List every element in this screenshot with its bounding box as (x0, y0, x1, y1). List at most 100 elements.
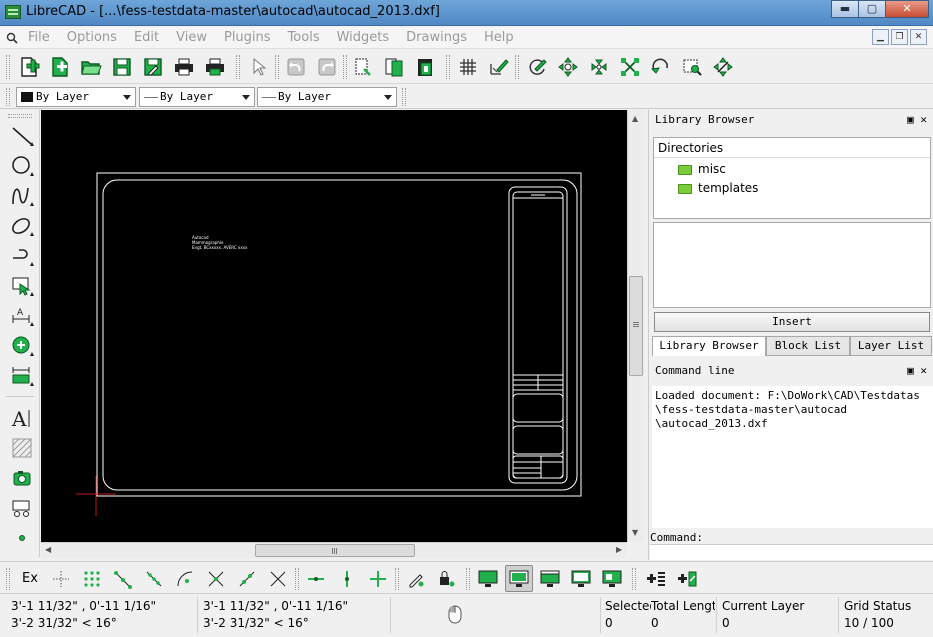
restrict-orthogonal-icon[interactable] (364, 565, 392, 592)
float-icon[interactable]: ▣ (907, 364, 914, 377)
circle-tool-icon[interactable] (8, 152, 36, 180)
snap-distance-icon[interactable] (233, 565, 261, 592)
scroll-left-icon[interactable]: ◀ (45, 545, 51, 554)
menu-options[interactable]: Options (67, 30, 117, 45)
close-button[interactable]: ✕ (885, 0, 929, 18)
directories-tree[interactable]: Directories misc templates (653, 137, 931, 219)
spline-tool-icon[interactable] (8, 182, 36, 210)
new-from-template-icon[interactable] (47, 54, 73, 80)
snap-free-icon[interactable] (47, 565, 75, 592)
redraw-icon[interactable] (524, 54, 550, 80)
open-folder-icon[interactable] (78, 54, 104, 80)
image-tool-icon[interactable] (8, 464, 36, 492)
horizontal-scrollbar[interactable]: ◀ ▶ (41, 542, 627, 558)
measure-tool-icon[interactable] (8, 362, 36, 390)
line-width-combo[interactable]: By Layer (257, 87, 397, 107)
paste-icon[interactable] (412, 54, 438, 80)
minimize-button[interactable]: ▬ (831, 0, 859, 18)
command-input[interactable] (650, 544, 933, 560)
menu-file[interactable]: File (28, 30, 50, 45)
cut-icon[interactable] (350, 54, 376, 80)
snap-middle-icon[interactable] (202, 565, 230, 592)
vertical-scrollbar[interactable]: ▲ ▼ (627, 110, 644, 542)
menu-edit[interactable]: Edit (134, 30, 159, 45)
menu-view[interactable]: View (176, 30, 207, 45)
lock-relative-zero-icon[interactable] (433, 565, 461, 592)
restrict-horizontal-icon[interactable] (302, 565, 330, 592)
directory-item-templates[interactable]: templates (678, 181, 758, 195)
horizontal-scroll-thumb[interactable] (255, 544, 415, 557)
close-icon[interactable]: ✕ (920, 113, 927, 126)
draft-mode-icon[interactable] (486, 54, 512, 80)
close-icon[interactable]: ✕ (920, 364, 927, 377)
menu-help[interactable]: Help (484, 30, 514, 45)
save-as-icon[interactable] (140, 54, 166, 80)
point-tool-icon[interactable] (8, 524, 36, 552)
zoom-previous-icon[interactable] (648, 54, 674, 80)
zoom-pan-icon[interactable] (710, 54, 736, 80)
text-tool-icon[interactable]: A (8, 404, 36, 432)
view-screen-1-icon[interactable] (474, 565, 502, 592)
redo-icon[interactable] (314, 54, 340, 80)
ellipse-tool-icon[interactable] (8, 212, 36, 240)
insert-button[interactable]: Insert (654, 312, 930, 332)
grid-icon[interactable] (455, 54, 481, 80)
toolbar-handle[interactable] (6, 55, 10, 79)
snap-grid-icon[interactable] (78, 565, 106, 592)
pen-color-combo[interactable]: By Layer (16, 87, 136, 107)
maximize-button[interactable]: ▢ (858, 0, 886, 18)
tab-library-browser[interactable]: Library Browser (652, 336, 766, 356)
tab-layer-list[interactable]: Layer List (850, 336, 932, 356)
view-screen-4-icon[interactable] (567, 565, 595, 592)
set-relative-zero-icon[interactable] (402, 565, 430, 592)
scroll-down-icon[interactable]: ▼ (632, 528, 638, 537)
save-icon[interactable] (109, 54, 135, 80)
zoom-out-icon[interactable] (586, 54, 612, 80)
view-screen-2-icon[interactable] (505, 565, 533, 592)
scroll-up-icon[interactable]: ▲ (632, 114, 638, 123)
print-icon[interactable] (171, 54, 197, 80)
select-tool-icon[interactable] (8, 272, 36, 300)
document-search-icon[interactable] (6, 32, 18, 44)
zoom-in-icon[interactable] (555, 54, 581, 80)
zoom-window-icon[interactable] (679, 54, 705, 80)
toolbar-handle[interactable] (6, 88, 10, 106)
dimension-tool-icon[interactable]: A (8, 302, 36, 330)
snap-center-icon[interactable] (171, 565, 199, 592)
drawing-canvas[interactable]: Autocad Mammographie Engt. BCxxxxx. AVER… (41, 110, 627, 542)
directory-item-misc[interactable]: misc (678, 162, 726, 176)
menu-plugins[interactable]: Plugins (224, 30, 271, 45)
hatch-tool-icon[interactable] (8, 434, 36, 462)
view-screen-3-icon[interactable] (536, 565, 564, 592)
undo-icon[interactable] (283, 54, 309, 80)
block-preview-list[interactable] (653, 222, 931, 308)
select-pointer-icon[interactable] (245, 54, 271, 80)
copy-icon[interactable] (381, 54, 407, 80)
toolbar-handle[interactable] (6, 568, 10, 590)
snap-endpoints-icon[interactable] (109, 565, 137, 592)
toolbar-handle[interactable] (8, 114, 32, 118)
menu-tools[interactable]: Tools (288, 30, 320, 45)
snap-intersection-icon[interactable] (264, 565, 292, 592)
menu-drawings[interactable]: Drawings (406, 30, 467, 45)
menu-widgets[interactable]: Widgets (337, 30, 390, 45)
snap-exclusive-button[interactable]: Ex (16, 565, 44, 592)
print-preview-icon[interactable] (202, 54, 228, 80)
mdi-minimize-button[interactable]: ▁ (872, 29, 889, 45)
view-screen-5-icon[interactable] (598, 565, 626, 592)
modify-tool-icon[interactable] (8, 332, 36, 360)
zoom-auto-icon[interactable] (617, 54, 643, 80)
snap-on-entity-icon[interactable] (140, 565, 168, 592)
add-layer-icon[interactable] (642, 565, 670, 592)
line-type-combo[interactable]: By Layer (139, 87, 255, 107)
mdi-close-button[interactable]: ✕ (910, 29, 927, 45)
vertical-scroll-thumb[interactable] (629, 276, 643, 376)
mdi-restore-button[interactable]: ❐ (891, 29, 908, 45)
line-tool-icon[interactable] (8, 122, 36, 150)
float-icon[interactable]: ▣ (907, 113, 914, 126)
polyline-tool-icon[interactable] (8, 242, 36, 270)
restrict-vertical-icon[interactable] (333, 565, 361, 592)
add-block-icon[interactable] (673, 565, 701, 592)
tab-block-list[interactable]: Block List (766, 336, 850, 356)
new-file-icon[interactable] (16, 54, 42, 80)
